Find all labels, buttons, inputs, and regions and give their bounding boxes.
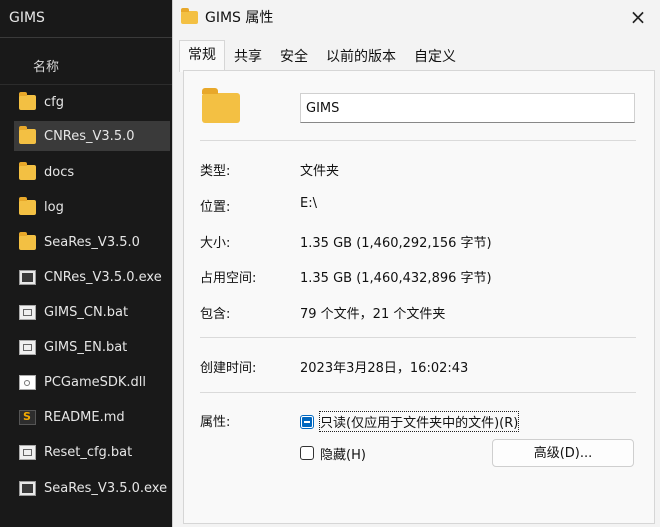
exe-file-icon [19,480,36,496]
folder-icon [181,7,198,24]
folder-icon [19,231,36,250]
file-name: docs [44,164,75,180]
divider [200,337,636,338]
contains-value: 79 个文件，21 个文件夹 [300,307,446,322]
folder-icon [19,91,36,110]
list-item-log[interactable]: log [14,192,174,222]
file-name: README.md [44,409,125,425]
markdown-file-icon [19,409,36,425]
explorer-pane: GIMS 名称 cfg CNRes_V3.5.0 docs log SeaRes… [0,0,175,527]
type-value: 文件夹 [300,164,340,179]
close-icon[interactable]: × [627,6,649,28]
disk-size-label: 占用空间: [200,271,257,286]
type-label: 类型: [200,164,231,179]
divider [200,392,636,393]
list-item-cnres-folder[interactable]: CNRes_V3.5.0 [14,121,170,151]
location-label: 位置: [200,200,231,215]
file-name: PCGameSDK.dll [44,374,147,390]
dialog-title: GIMS 属性 [205,10,274,26]
hidden-checkbox[interactable] [300,446,314,460]
explorer-title: GIMS [9,10,45,26]
properties-dialog: GIMS 属性 × 常规 共享 安全 以前的版本 自定义 类型: 文件夹 位置:… [172,0,660,527]
folder-name-field[interactable] [300,93,635,123]
exe-file-icon [19,269,36,285]
list-item-gims-en-bat[interactable]: GIMS_EN.bat [14,332,174,362]
file-name: CNRes_V3.5.0.exe [44,269,162,285]
column-header-name[interactable]: 名称 [33,56,59,75]
list-item-pcgamesdk-dll[interactable]: PCGameSDK.dll [14,367,174,397]
readonly-checkbox[interactable] [300,415,314,429]
size-value: 1.35 GB (1,460,292,156 字节) [300,236,492,251]
divider [200,140,636,141]
created-label: 创建时间: [200,361,257,376]
list-item-docs[interactable]: docs [14,157,174,187]
list-item-cnres-exe[interactable]: CNRes_V3.5.0.exe [14,262,174,292]
list-item-gims-cn-bat[interactable]: GIMS_CN.bat [14,297,174,327]
location-value: E:\ [300,196,317,211]
list-item-reset-cfg-bat[interactable]: Reset_cfg.bat [14,437,174,467]
tab-general[interactable]: 常规 [179,40,225,72]
disk-size-value: 1.35 GB (1,460,432,896 字节) [300,271,492,286]
divider [0,37,175,38]
attributes-label: 属性: [200,415,231,430]
batch-file-icon [19,339,36,355]
dll-file-icon [19,374,36,390]
batch-file-icon [19,304,36,320]
list-item-cfg[interactable]: cfg [14,87,174,117]
list-item-seares-exe[interactable]: SeaRes_V3.5.0.exe [14,473,174,503]
file-name: GIMS_CN.bat [44,304,129,320]
list-item-seares-folder[interactable]: SeaRes_V3.5.0 [14,227,174,257]
folder-icon [19,196,36,215]
file-name: Reset_cfg.bat [44,444,133,460]
file-name: SeaRes_V3.5.0 [44,234,140,250]
batch-file-icon [19,444,36,460]
hidden-checkbox-label[interactable]: 隐藏(H) [320,444,366,463]
folder-icon [19,125,36,144]
contains-label: 包含: [200,307,231,322]
dialog-titlebar: GIMS 属性 [181,7,273,27]
created-value: 2023年3月28日，16:02:43 [300,361,469,376]
file-name: GIMS_EN.bat [44,339,128,355]
file-name: cfg [44,94,64,110]
divider [0,84,175,85]
size-label: 大小: [200,236,231,251]
readonly-checkbox-label[interactable]: 只读(仅应用于文件夹中的文件)(R) [318,411,520,432]
advanced-button[interactable]: 高级(D)... [492,439,634,467]
list-item-readme-md[interactable]: README.md [14,402,174,432]
general-tab-panel: 类型: 文件夹 位置: E:\ 大小: 1.35 GB (1,460,292,1… [183,70,655,524]
file-name: CNRes_V3.5.0 [44,128,135,144]
folder-icon [19,161,36,180]
folder-icon [202,88,240,123]
file-name: SeaRes_V3.5.0.exe [44,480,168,496]
file-name: log [44,199,64,215]
